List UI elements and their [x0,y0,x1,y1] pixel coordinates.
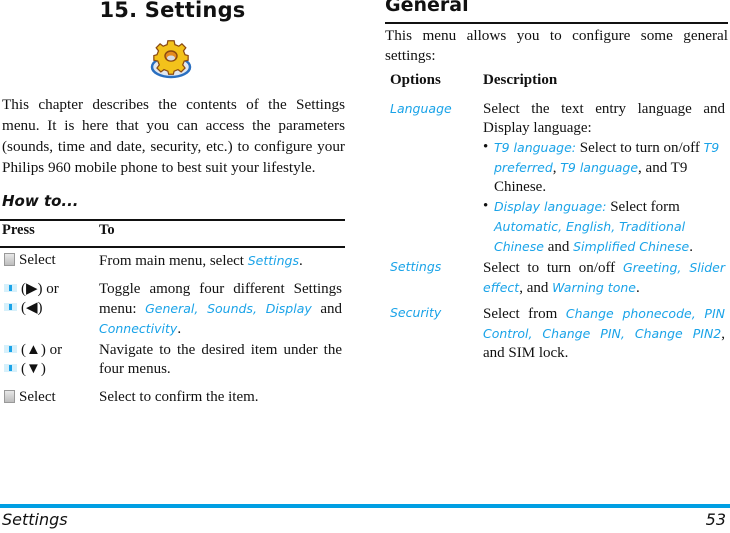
press-label: Select [19,252,56,268]
option-language: Language [390,101,452,116]
header-press: Press [2,222,35,238]
text-run: and [311,301,342,317]
section-title-rule [385,22,728,24]
header-options: Options [390,72,441,88]
text-run: Select from [483,306,566,322]
description-text: Select from Change phonecode, PIN Contro… [483,304,725,363]
table-top-rule [0,219,345,221]
highlighted-term: Simplified Chinese [573,239,690,254]
softkey-icon [4,253,15,266]
text-run: From main menu, select [99,253,248,269]
text-run: Select the text entry language and Displ… [483,101,725,136]
settings-gear-icon [150,40,192,79]
option-description: Select from Change phonecode, PIN Contro… [483,304,725,363]
text-run: , and [519,280,553,296]
text-run: Select form [606,199,680,215]
highlighted-term: Warning tone [552,280,636,295]
text-run: Select to turn on/off [483,260,623,276]
to-cell: Navigate to the desired item under the f… [99,341,342,379]
highlighted-term: T9 language: [494,140,576,155]
footer-accent-bar [0,504,730,508]
press-cell: (▲) or (▼) [4,341,94,379]
howto-heading: How to... [2,192,79,210]
press-label: (◀) [21,300,43,316]
press-key: Select [4,251,94,270]
press-label: Select [19,389,56,405]
nav-key-icon [4,345,17,353]
press-label: (▲) or [21,342,63,358]
text-run: Select to confirm the item. [99,389,259,405]
section-title: General [385,0,469,16]
press-key: Select [4,388,94,407]
description-text: Select the text entry language and Displ… [483,100,725,138]
press-key: (▲) or [4,341,94,360]
description-text: Select to turn on/off Greeting, Slider e… [483,258,725,298]
header-description: Description [483,72,558,88]
chapter-title: 15. Settings [99,0,246,22]
nav-key-icon [4,364,17,372]
footer-title: Settings [2,510,68,529]
press-key: (◀) [4,299,94,318]
highlighted-term: Connectivity [99,321,178,336]
press-cell: Select [4,388,94,407]
text-run: Select to turn on/off [575,140,704,156]
text-run: Navigate to the desired item under the f… [99,342,342,377]
highlighted-term: Display language: [494,199,607,214]
intro-paragraph: This chapter describes the contents of t… [2,96,345,176]
press-key: (▶) or [4,280,94,299]
bullet-item: Display language: Select form Automatic,… [483,197,725,257]
option-description: Select the text entry language and Displ… [483,100,725,257]
press-label: (▶) or [21,281,59,297]
highlighted-term: T9 language [560,160,639,175]
press-cell: (▶) or (◀) [4,280,94,318]
bullet-item: T9 language: Select to turn on/off T9 pr… [483,138,725,197]
page-number: 53 [705,510,726,529]
option-security: Security [390,305,442,320]
text-run: . [635,280,640,296]
to-cell: Toggle among four different Settings men… [99,280,342,339]
press-label: (▼) [21,361,46,377]
section-intro: This menu allows you to configure some g… [385,27,728,64]
press-key: (▼) [4,360,94,379]
highlighted-term: Settings [247,253,299,268]
nav-key-icon [4,284,17,292]
text-run: . [299,253,303,269]
header-to: To [99,222,115,238]
text-run: . [177,321,182,337]
text-run: . [689,239,693,255]
text-run: and [543,239,574,255]
press-cell: Select [4,251,94,270]
to-cell: From main menu, select Settings. [99,251,342,271]
softkey-icon [4,390,15,403]
bullet-list: T9 language: Select to turn on/off T9 pr… [483,138,725,257]
option-settings: Settings [390,259,442,274]
nav-key-icon [4,303,17,311]
option-description: Select to turn on/off Greeting, Slider e… [483,258,725,298]
to-cell: Select to confirm the item. [99,388,342,407]
highlighted-term: General, Sounds, Display [145,301,312,316]
table-header-rule [0,246,345,248]
